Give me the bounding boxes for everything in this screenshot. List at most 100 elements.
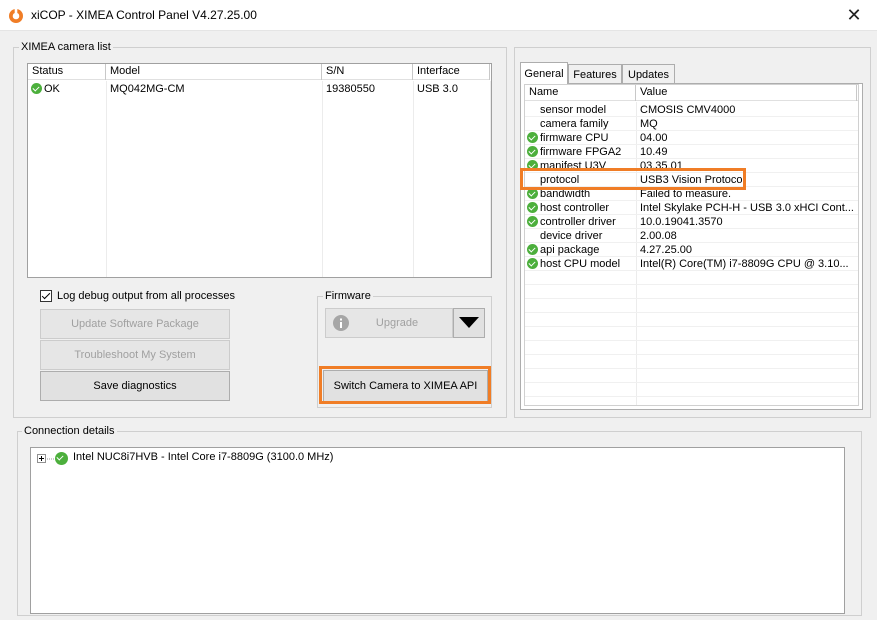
ok-check-icon	[527, 146, 538, 157]
property-name-cell: host controller	[525, 201, 636, 215]
property-name-cell: firmware FPGA2	[525, 145, 636, 159]
property-name-cell: camera family	[525, 117, 636, 131]
property-row[interactable]: firmware FPGA2 10.49	[525, 145, 856, 159]
property-row[interactable]: device driver 2.00.08	[525, 229, 856, 243]
tab-features[interactable]: Features	[568, 64, 622, 84]
expand-icon[interactable]	[37, 454, 46, 463]
log-debug-label[interactable]: Log debug output from all processes	[57, 290, 235, 302]
switch-button-highlight	[319, 366, 491, 404]
interface-cell: USB 3.0	[417, 83, 458, 95]
grid-line	[525, 116, 858, 117]
property-row[interactable]: sensor model CMOSIS CMV4000	[525, 103, 856, 117]
column-header-status[interactable]: Status	[28, 64, 106, 80]
grid-line	[525, 256, 858, 257]
property-name-cell: firmware CPU	[525, 131, 636, 145]
tab-general[interactable]: General	[520, 62, 568, 84]
table-row[interactable]: OK MQ042MG-CM 19380550 USB 3.0	[28, 82, 490, 98]
grid-line	[525, 410, 858, 411]
column-header-model[interactable]: Model	[106, 64, 322, 80]
model-cell: MQ042MG-CM	[110, 83, 185, 95]
grid-line	[636, 102, 637, 405]
grid-line	[525, 340, 858, 341]
property-value-cell: MQ	[640, 118, 658, 130]
property-row[interactable]: host CPU model Intel(R) Core(TM) i7-8809G…	[525, 257, 856, 271]
property-row[interactable]: firmware CPU 04.00	[525, 131, 856, 145]
property-value-cell: CMOSIS CMV4000	[640, 104, 736, 116]
grid-line	[525, 214, 858, 215]
protocol-row-highlight	[520, 168, 746, 190]
column-header-interface[interactable]: Interface	[413, 64, 490, 80]
property-value-cell: Intel(R) Core(TM) i7-8809G CPU @ 3.10...	[640, 258, 849, 270]
grid-line	[525, 130, 858, 131]
properties-header: Name Value	[525, 85, 858, 101]
properties-table[interactable]: Name Value sensor model CMOSIS CMV4000 cam…	[524, 84, 859, 411]
camera-list-group-label: XIMEA camera list	[19, 41, 113, 53]
grid-line	[525, 298, 858, 299]
property-name: sensor model	[540, 104, 607, 116]
property-name: firmware CPU	[540, 132, 609, 144]
column-header-name[interactable]: Name	[525, 85, 636, 101]
column-header-value[interactable]: Value	[636, 85, 857, 101]
property-name: firmware FPGA2	[540, 146, 622, 158]
column-header-sn[interactable]: S/N	[322, 64, 413, 80]
property-name-cell: host CPU model	[525, 257, 636, 271]
grid-line	[525, 354, 858, 355]
ok-check-icon	[31, 83, 42, 94]
grid-line	[525, 368, 858, 369]
ok-check-icon	[527, 202, 538, 213]
property-name: device driver	[540, 230, 603, 242]
troubleshoot-button[interactable]: Troubleshoot My System	[40, 340, 230, 370]
connection-group-label: Connection details	[22, 425, 117, 437]
tab-updates[interactable]: Updates	[622, 64, 675, 84]
grid-line	[525, 200, 858, 201]
host-node-label[interactable]: Intel NUC8i7HVB - Intel Core i7-8809G (3…	[73, 451, 333, 463]
firmware-group-label: Firmware	[323, 290, 373, 302]
property-name-cell: device driver	[525, 229, 636, 243]
upgrade-dropdown-button[interactable]	[453, 308, 485, 338]
ok-check-icon	[527, 216, 538, 227]
property-value-cell: 4.27.25.00	[640, 244, 692, 256]
sn-cell: 19380550	[326, 83, 375, 95]
grid-line	[322, 81, 323, 277]
log-debug-checkbox[interactable]	[40, 290, 52, 302]
grid-line	[525, 228, 858, 229]
connection-tree[interactable]: Intel NUC8i7HVB - Intel Core i7-8809G (3…	[30, 447, 845, 614]
property-name: host CPU model	[540, 258, 621, 270]
property-value-cell: 2.00.08	[640, 230, 677, 242]
update-software-button[interactable]: Update Software Package	[40, 309, 230, 339]
grid-line	[413, 81, 414, 277]
ximea-logo-icon	[9, 8, 23, 23]
property-name-cell: controller driver	[525, 215, 636, 229]
grid-line	[106, 81, 107, 277]
general-tab-panel: Name Value sensor model CMOSIS CMV4000 cam…	[520, 83, 863, 411]
property-value-cell: Intel Skylake PCH-H - USB 3.0 xHCI Cont.…	[640, 202, 854, 214]
ok-check-icon	[527, 132, 538, 143]
upgrade-label: Upgrade	[375, 317, 419, 329]
property-row[interactable]: host controller Intel Skylake PCH-H - USB…	[525, 201, 856, 215]
property-value-cell: 04.00	[640, 132, 668, 144]
ok-check-icon	[527, 258, 538, 269]
property-row[interactable]: camera family MQ	[525, 117, 856, 131]
grid-line	[525, 242, 858, 243]
grid-line	[525, 158, 858, 159]
property-name: host controller	[540, 202, 610, 214]
property-name-cell: api package	[525, 243, 636, 257]
grid-line	[525, 312, 858, 313]
save-diagnostics-button[interactable]: Save diagnostics	[40, 371, 230, 401]
upgrade-button[interactable]: Upgrade	[325, 308, 453, 338]
window-title: xiCOP - XIMEA Control Panel V4.27.25.00	[31, 8, 257, 22]
grid-line	[525, 144, 858, 145]
property-row[interactable]: api package 4.27.25.00	[525, 243, 856, 257]
property-name: camera family	[540, 118, 609, 130]
status-cell: OK	[28, 82, 106, 98]
grid-line	[525, 396, 858, 397]
grid-line	[525, 284, 858, 285]
ok-check-icon	[55, 452, 68, 465]
property-row[interactable]: controller driver 10.0.19041.3570	[525, 215, 856, 229]
dotted-connector-icon	[47, 458, 55, 460]
property-value-cell: 10.49	[640, 146, 668, 158]
camera-list-table[interactable]: Status Model S/N Interface OK MQ042MG-CM…	[27, 63, 492, 278]
grid-line	[525, 270, 858, 271]
close-icon[interactable]: ✕	[831, 0, 877, 31]
dropdown-arrow-icon	[459, 317, 479, 328]
